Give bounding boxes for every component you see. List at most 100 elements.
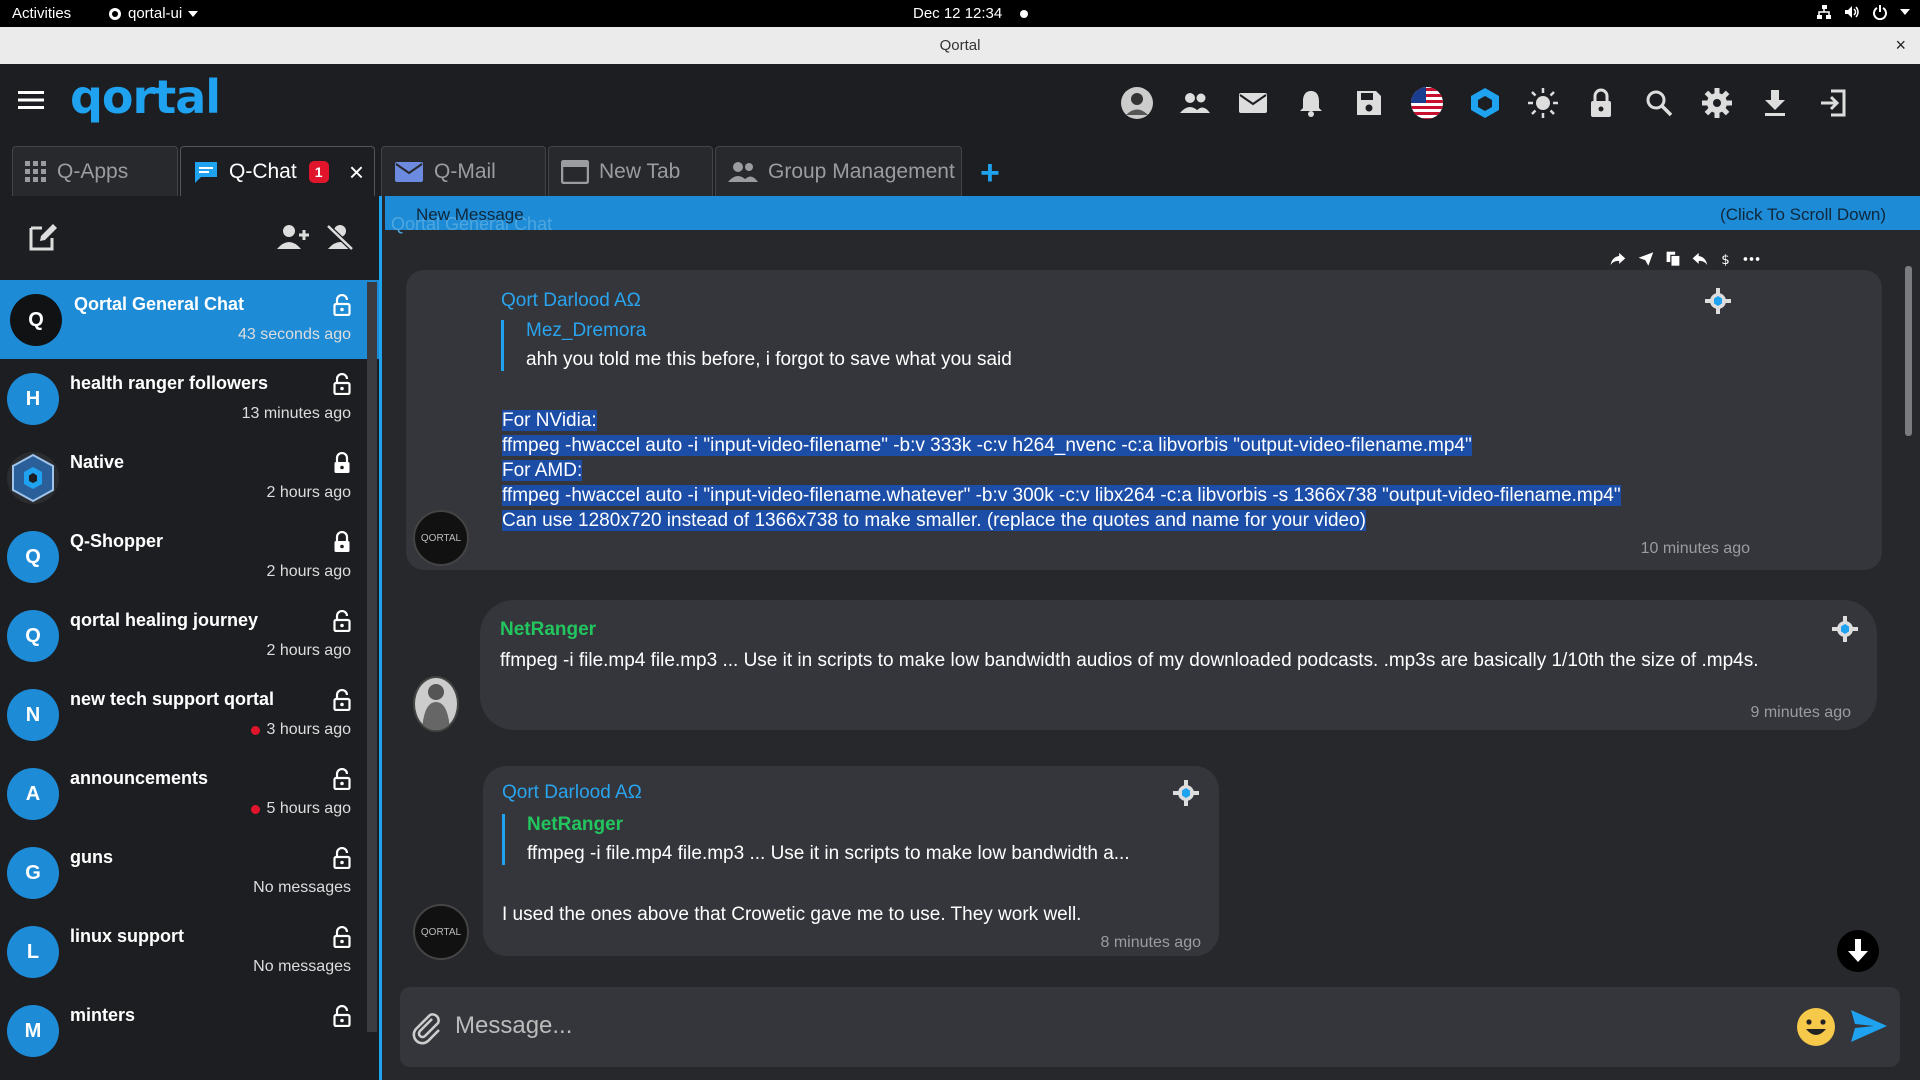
tab-close-button[interactable]: × [349, 157, 364, 188]
app-menu-label: qortal-ui [128, 5, 183, 22]
sidebar-item-linux-support[interactable]: L linux support No messages [0, 912, 379, 991]
add-user-icon[interactable] [276, 224, 310, 250]
save-icon[interactable] [1348, 82, 1390, 124]
qortal-logo: qortal [70, 70, 221, 124]
window-close-button[interactable]: × [1895, 27, 1906, 64]
search-icon[interactable] [1638, 82, 1680, 124]
message-time: 10 minutes ago [1640, 540, 1750, 557]
chat-scrollbar[interactable] [1905, 266, 1912, 436]
menu-icon[interactable] [18, 90, 44, 110]
language-flag-icon[interactable] [1406, 82, 1448, 124]
tab-q-apps[interactable]: Q-Apps [12, 146, 178, 196]
emoji-icon[interactable] [1796, 1007, 1836, 1047]
user-avatar[interactable] [413, 676, 459, 732]
quote-sender: NetRanger [527, 814, 624, 835]
add-tab-button[interactable]: + [980, 154, 1000, 193]
message-actions: $ [1610, 240, 1760, 278]
message-bubble[interactable]: NetRanger ffmpeg -i file.mp4 file.mp3 ..… [480, 600, 1877, 730]
message-input[interactable] [455, 1003, 1735, 1049]
unlocked-icon [333, 1005, 351, 1027]
sidebar-item-qortal-general-chat[interactable]: Q Qortal General Chat 43 seconds ago [0, 280, 379, 359]
tab-q-mail[interactable]: Q-Mail [381, 146, 546, 196]
sidebar-item-health-ranger-followers[interactable]: H health ranger followers 13 minutes ago [0, 359, 379, 438]
new-message-banner[interactable]: Qortal General Chat New Message (Click T… [385, 196, 1920, 234]
paperclip-icon[interactable] [410, 1011, 444, 1045]
chat-name: guns [70, 847, 113, 867]
message-time: 9 minutes ago [1750, 704, 1851, 721]
message-bubble[interactable]: Qort Darlood AΩ NetRanger ffmpeg -i file… [483, 766, 1219, 956]
message-sender[interactable]: NetRanger [500, 619, 596, 641]
mail-icon[interactable] [1232, 82, 1274, 124]
friends-icon[interactable] [1174, 82, 1216, 124]
clock[interactable]: Dec 12 12:34 [913, 5, 1002, 22]
group-avatar: A [7, 768, 59, 820]
level-badge-icon [1173, 780, 1199, 806]
lock-icon[interactable] [1580, 82, 1622, 124]
level-badge-icon [1832, 616, 1858, 642]
level-badge-icon [1705, 288, 1731, 314]
chat-name: health ranger followers [70, 373, 269, 393]
reply-icon[interactable] [1692, 248, 1708, 270]
tip-dollar-icon[interactable]: $ [1720, 246, 1731, 272]
sidebar-item-q-shopper[interactable]: Q Q-Shopper 2 hours ago [0, 517, 379, 596]
quote-text: ahh you told me this before, i forgot to… [526, 349, 1012, 370]
chat-sidebar: Q Qortal General Chat 43 seconds ago H h… [0, 196, 382, 1080]
tab-group-management[interactable]: Group Management [715, 146, 962, 196]
tab-q-chat[interactable]: Q-Chat 1 × [180, 146, 375, 196]
sidebar-scrollbar[interactable] [367, 282, 377, 1032]
bell-icon[interactable] [1290, 82, 1332, 124]
tab-new-tab[interactable]: New Tab [548, 146, 713, 196]
chat-name: announcements [70, 768, 209, 788]
app-menu[interactable]: qortal-ui [108, 5, 199, 22]
window-icon [561, 159, 589, 184]
gear-icon[interactable] [1696, 82, 1738, 124]
unlocked-icon [333, 610, 351, 632]
group-avatar: Q [7, 531, 59, 583]
tab-label: Q-Mail [434, 159, 496, 183]
reply-quote[interactable]: NetRanger ffmpeg -i file.mp4 file.mp3 ..… [502, 814, 1130, 865]
download-icon[interactable] [1754, 82, 1796, 124]
sidebar-item-announcements[interactable]: A announcements 5 hours ago [0, 754, 379, 833]
chat-name: new tech support qortal [70, 689, 275, 709]
more-options-icon[interactable] [1743, 255, 1760, 263]
chat-name: qortal healing journey [70, 610, 259, 630]
last-message-time: 2 hours ago [266, 484, 351, 501]
user-avatar[interactable]: QORTAL [413, 510, 469, 566]
unlocked-icon [333, 689, 351, 711]
unread-badge: 1 [308, 160, 329, 183]
message-sender[interactable]: Qort Darlood AΩ [501, 290, 641, 312]
group-icon [728, 161, 758, 182]
svg-text:$: $ [1721, 253, 1730, 268]
sidebar-item-guns[interactable]: G guns No messages [0, 833, 379, 912]
group-avatar: L [7, 926, 59, 978]
apps-grid-icon [25, 160, 46, 182]
message-sender[interactable]: Qort Darlood AΩ [502, 782, 642, 804]
send-icon[interactable] [1638, 247, 1654, 271]
qortal-hex-icon[interactable] [1464, 82, 1506, 124]
sidebar-item-qortal-healing-journey[interactable]: Q qortal healing journey 2 hours ago [0, 596, 379, 675]
activities-button[interactable]: Activities [12, 5, 71, 22]
user-avatar[interactable] [1116, 82, 1158, 124]
unlocked-icon [333, 926, 351, 948]
last-message-time: 2 hours ago [266, 563, 351, 580]
forward-icon[interactable] [1610, 248, 1626, 270]
sidebar-item-minters[interactable]: M minters [0, 991, 379, 1070]
last-message-time: 3 hours ago [251, 721, 351, 739]
message-bubble[interactable]: Qort Darlood AΩ Mez_Dremora ahh you told… [406, 270, 1882, 570]
copy-icon[interactable] [1666, 246, 1681, 272]
last-message-time: 2 hours ago [266, 642, 351, 659]
system-tray[interactable] [1816, 4, 1910, 20]
sidebar-item-new-tech-support-qortal[interactable]: N new tech support qortal 3 hours ago [0, 675, 379, 754]
theme-sun-icon[interactable] [1522, 82, 1564, 124]
reply-quote[interactable]: Mez_Dremora ahh you told me this before,… [501, 320, 1012, 371]
sidebar-item-native[interactable]: Native 2 hours ago [0, 438, 379, 517]
tab-bar: Q-Apps Q-Chat 1 × Q-Mail New Tab Group M… [0, 144, 1920, 196]
block-user-icon[interactable] [326, 224, 354, 250]
send-icon[interactable] [1850, 1009, 1888, 1043]
group-avatar: H [7, 373, 59, 425]
power-icon [1873, 5, 1887, 20]
user-avatar[interactable]: QORTAL [413, 904, 469, 960]
scroll-to-bottom-button[interactable] [1837, 930, 1879, 972]
compose-icon[interactable] [28, 222, 58, 252]
logout-icon[interactable] [1812, 82, 1854, 124]
